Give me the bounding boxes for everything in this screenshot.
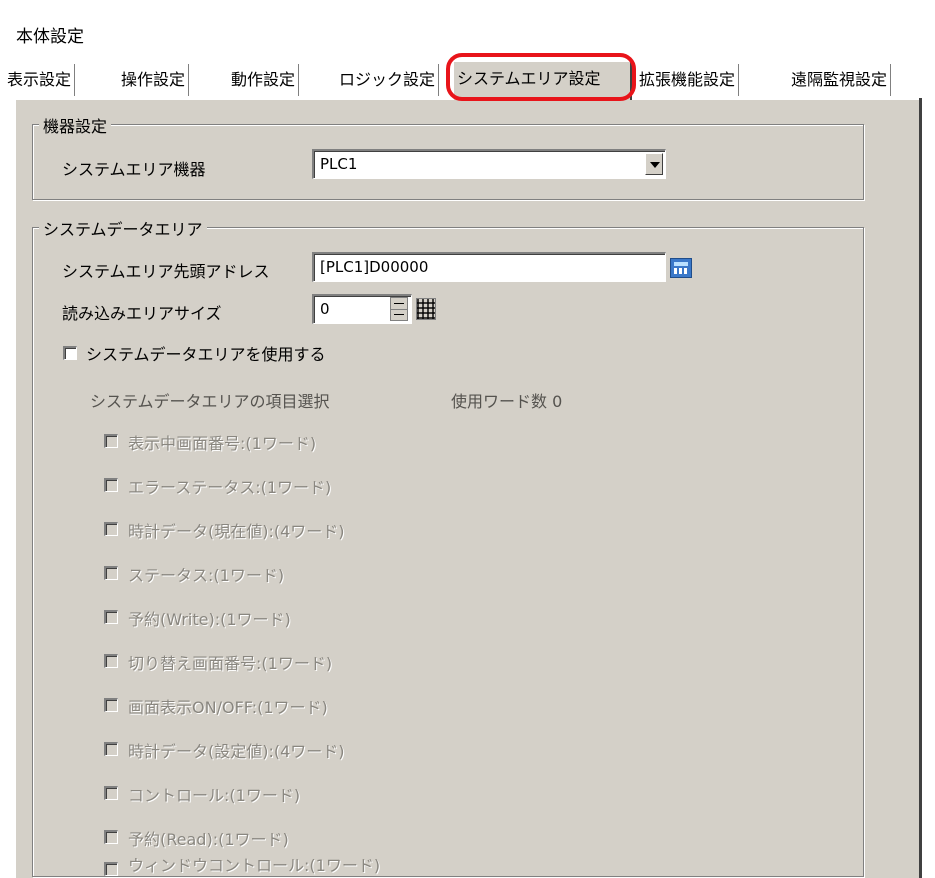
item-checkbox-8[interactable]: [104, 786, 118, 800]
item-checkbox-0[interactable]: [104, 434, 118, 448]
item-label-2: 時計データ(現在値):(4ワード): [128, 522, 345, 541]
dropdown-button[interactable]: [645, 153, 663, 175]
item-label-5: 切り替え画面番号:(1ワード): [128, 654, 333, 673]
start-address-label: システムエリア先頭アドレス: [62, 262, 270, 281]
highlight-annotation: [446, 53, 636, 101]
item-label-4: 予約(Write):(1ワード): [128, 610, 291, 629]
tab-operation-settings[interactable]: 操作設定: [118, 64, 190, 96]
start-address-input[interactable]: [PLC1]D00000: [312, 252, 666, 282]
read-size-input[interactable]: 0: [312, 294, 412, 324]
item-label-6: 画面表示ON/OFF:(1ワード): [128, 698, 328, 717]
item-checkbox-7[interactable]: [104, 742, 118, 756]
spin-down-icon[interactable]: [391, 309, 407, 320]
keypad-icon[interactable]: [416, 298, 436, 320]
chevron-down-icon: [650, 162, 660, 168]
item-checkbox-1[interactable]: [104, 478, 118, 492]
system-area-device-label: システムエリア機器: [62, 160, 206, 179]
item-label-7: 時計データ(設定値):(4ワード): [128, 742, 345, 761]
read-size-spinner[interactable]: [390, 297, 408, 321]
item-checkbox-2[interactable]: [104, 522, 118, 536]
tab-logic-settings[interactable]: ロジック設定: [336, 64, 440, 96]
item-label-8: コントロール:(1ワード): [128, 786, 301, 805]
tab-remote-monitoring-settings[interactable]: 遠隔監視設定: [788, 64, 892, 96]
tab-extended-function-settings[interactable]: 拡張機能設定: [636, 64, 740, 96]
item-checkbox-9[interactable]: [104, 830, 118, 844]
calculator-icon[interactable]: [670, 258, 692, 278]
item-checkbox-6[interactable]: [104, 698, 118, 712]
item-label-1: エラーステータス:(1ワード): [128, 478, 332, 497]
item-label-9: 予約(Read):(1ワード): [128, 830, 289, 849]
system-area-device-select[interactable]: PLC1: [312, 149, 666, 179]
item-label-3: ステータス:(1ワード): [128, 566, 285, 585]
item-select-label: システムデータエリアの項目選択: [90, 392, 330, 411]
item-checkbox-4[interactable]: [104, 610, 118, 624]
item-label-10: ウィンドウコントロール:(1ワード): [128, 856, 381, 875]
system-area-device-value: PLC1: [320, 155, 358, 173]
item-label-0: 表示中画面番号:(1ワード): [128, 434, 317, 453]
tab-action-settings[interactable]: 動作設定: [228, 64, 300, 96]
use-system-data-area-checkbox[interactable]: [63, 346, 77, 360]
item-checkbox-10[interactable]: [104, 862, 118, 876]
system-data-area-group: システムデータエリア: [32, 216, 864, 877]
window-title: 本体設定: [16, 27, 84, 47]
panel-shadow: [919, 98, 922, 878]
word-count-label: 使用ワード数 0: [451, 392, 563, 411]
tab-display-settings[interactable]: 表示設定: [4, 64, 76, 96]
read-size-label: 読み込みエリアサイズ: [62, 304, 222, 323]
system-data-area-title: システムデータエリア: [39, 216, 207, 240]
read-size-value: 0: [320, 300, 330, 318]
use-system-data-area-label: システムデータエリアを使用する: [86, 345, 326, 364]
item-checkbox-3[interactable]: [104, 566, 118, 580]
item-checkbox-5[interactable]: [104, 654, 118, 668]
device-settings-title: 機器設定: [39, 113, 112, 137]
